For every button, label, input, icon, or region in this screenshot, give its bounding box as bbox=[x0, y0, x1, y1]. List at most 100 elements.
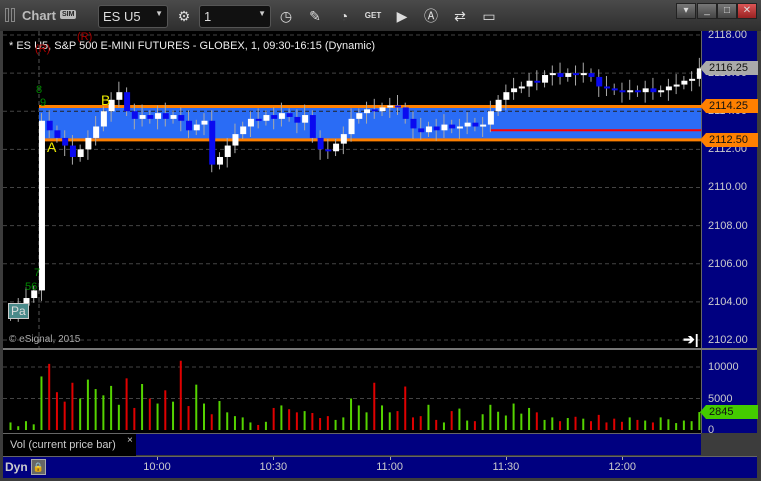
get-icon[interactable]: GET bbox=[363, 6, 383, 26]
candle-body bbox=[216, 156, 223, 165]
candle-body bbox=[456, 126, 463, 129]
candle-body bbox=[619, 90, 626, 93]
candle-body bbox=[170, 115, 177, 119]
price-tick-label: 2104.00 bbox=[708, 295, 748, 308]
candle-body bbox=[193, 124, 200, 131]
study-icon[interactable]: ◔ bbox=[334, 6, 354, 26]
candle-body bbox=[433, 126, 440, 131]
drag-grip-icon[interactable] bbox=[11, 8, 15, 22]
candle-body bbox=[224, 145, 231, 157]
candle-body bbox=[518, 86, 525, 89]
candle-body bbox=[302, 115, 309, 123]
candle-body bbox=[186, 120, 193, 131]
candle-body bbox=[573, 73, 580, 76]
candle-body bbox=[131, 111, 138, 119]
candle-body bbox=[147, 115, 154, 119]
candle-body bbox=[155, 113, 162, 119]
candle-body bbox=[201, 120, 208, 125]
candle-body bbox=[247, 118, 254, 127]
price-tick-label: 2106.00 bbox=[708, 257, 748, 270]
candle-body bbox=[271, 115, 278, 119]
candle-body bbox=[665, 86, 672, 91]
band-upper-flag: 2114.25 bbox=[700, 99, 758, 114]
clock-icon[interactable]: ◷ bbox=[276, 6, 296, 26]
time-tick bbox=[505, 457, 507, 460]
candle-body bbox=[85, 137, 92, 150]
candle-body bbox=[611, 88, 618, 91]
volume-axis: 10000 5000 0 2845 bbox=[700, 350, 758, 436]
candle-body bbox=[263, 115, 270, 121]
candle-body bbox=[487, 111, 494, 125]
candle-body bbox=[62, 137, 69, 146]
price-tick-label: 2108.00 bbox=[708, 219, 748, 232]
volume-tick-label: 0 bbox=[708, 424, 715, 436]
candle-body bbox=[526, 80, 533, 87]
scroll-to-end-icon[interactable]: ➔| bbox=[683, 331, 699, 348]
candle-body bbox=[46, 120, 53, 131]
settings-gear-icon[interactable]: ⚙ bbox=[174, 6, 194, 26]
price-axis[interactable]: 2118.002116.002114.002112.002110.002108.… bbox=[700, 29, 758, 348]
candle-body bbox=[395, 105, 401, 108]
candle-body bbox=[634, 90, 641, 93]
symbol-value: ES U5 bbox=[103, 9, 141, 24]
window-title: Chart bbox=[22, 8, 56, 23]
candle-body bbox=[124, 92, 131, 112]
candle-body bbox=[54, 130, 61, 138]
symbol-select[interactable]: ES U5 ▼ bbox=[98, 5, 168, 28]
candle-body bbox=[364, 109, 371, 114]
chart-symbol-title: * ES U5, S&P 500 E-MINI FUTURES - GLOBEX… bbox=[9, 40, 375, 52]
tab-close-icon[interactable]: × bbox=[127, 435, 133, 446]
band-lower-flag: 2112.50 bbox=[700, 132, 758, 147]
volume-chart[interactable] bbox=[3, 350, 701, 433]
candle-body bbox=[255, 118, 262, 121]
time-tick-label: 10:30 bbox=[259, 461, 288, 473]
candle-body bbox=[549, 73, 556, 76]
sim-badge: SIM bbox=[60, 10, 77, 19]
candle-body bbox=[580, 73, 587, 76]
pencil-icon[interactable]: ✎ bbox=[305, 6, 325, 26]
time-tick bbox=[622, 457, 624, 460]
lock-icon[interactable]: 🔒 bbox=[31, 459, 46, 475]
title-bar: Chart SIM ES U5 ▼ ⚙ 1 ▼ ◷ ✎ ◔ GET ▶ Ⓐ ⇄ ▭ … bbox=[0, 0, 761, 31]
candle-body bbox=[425, 126, 432, 133]
annotation-b: B bbox=[101, 92, 111, 108]
candle-body bbox=[534, 80, 541, 83]
maximize-button[interactable]: □ bbox=[717, 3, 737, 19]
candle-body bbox=[480, 124, 487, 127]
candle-body bbox=[511, 88, 518, 93]
candle-body bbox=[495, 99, 502, 112]
window-menu-button[interactable]: ▾ bbox=[676, 3, 696, 19]
dynamic-label[interactable]: Dyn bbox=[5, 460, 28, 474]
play-icon[interactable]: ▶ bbox=[392, 6, 412, 26]
tab-volume[interactable]: Vol (current price bar) bbox=[3, 434, 136, 456]
time-tick-label: 10:00 bbox=[143, 461, 171, 473]
close-button[interactable]: ✕ bbox=[737, 3, 757, 19]
candle-body bbox=[681, 80, 688, 85]
link-icon[interactable]: ⇄ bbox=[450, 6, 470, 26]
candle-body bbox=[503, 92, 510, 100]
annotation-r: (R) bbox=[35, 43, 51, 55]
candle-body bbox=[658, 90, 665, 93]
tab-volume-label: Vol (current price bar) bbox=[10, 439, 116, 451]
minimize-button[interactable]: _ bbox=[697, 3, 717, 19]
price-tick-label: 2118.00 bbox=[708, 29, 747, 41]
candle-body bbox=[93, 126, 100, 138]
interval-select[interactable]: 1 ▼ bbox=[199, 5, 271, 28]
candle-body bbox=[418, 128, 425, 133]
time-tick bbox=[157, 457, 158, 460]
candle-body bbox=[325, 149, 332, 152]
candle-body bbox=[100, 111, 107, 127]
comment-icon[interactable]: ▭ bbox=[479, 6, 499, 26]
candle-body bbox=[232, 134, 239, 146]
time-tick-label: 11:00 bbox=[376, 461, 403, 473]
candle-body bbox=[441, 124, 448, 131]
time-tick bbox=[273, 457, 275, 460]
drag-grip-icon[interactable] bbox=[5, 8, 9, 22]
candle-body bbox=[627, 90, 634, 93]
alert-icon[interactable]: Ⓐ bbox=[421, 6, 441, 26]
price-chart[interactable]: * ES U5, S&P 500 E-MINI FUTURES - GLOBEX… bbox=[3, 31, 703, 348]
candle-body bbox=[402, 107, 409, 119]
pattern-badge[interactable]: Pa bbox=[8, 303, 29, 319]
time-tick-label: 12:00 bbox=[608, 461, 636, 473]
candle-body bbox=[565, 73, 572, 77]
